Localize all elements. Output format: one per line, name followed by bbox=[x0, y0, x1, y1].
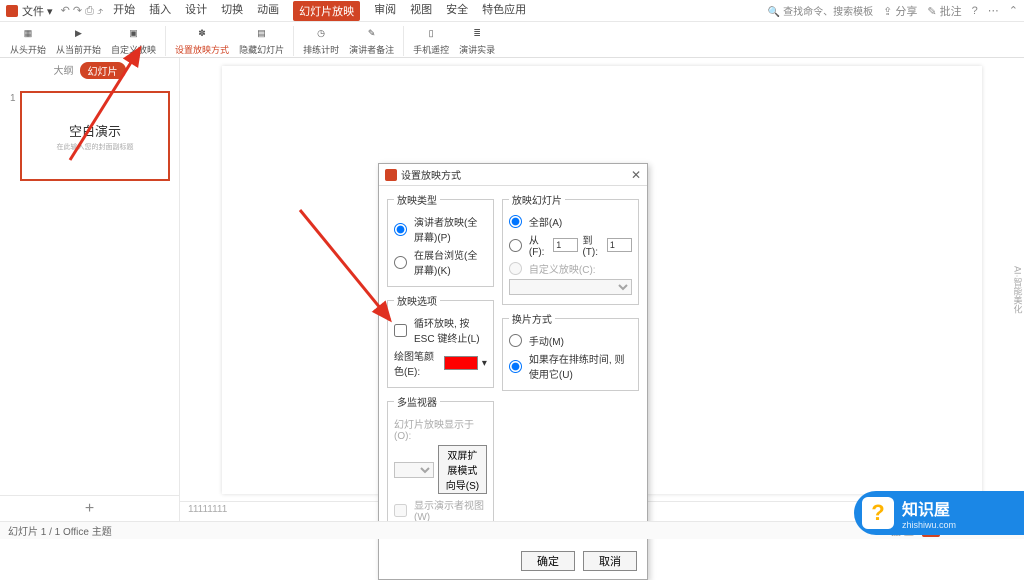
all-slides-label: 全部(A) bbox=[529, 214, 562, 229]
tab-animation[interactable]: 动画 bbox=[257, 1, 279, 21]
timer-icon: ◷ bbox=[312, 26, 330, 42]
share-button[interactable]: ⇪ 分享 bbox=[883, 3, 917, 19]
monitor-group: 多监视器 幻灯片放映显示于(O): 双屏扩展模式向导(S) 显示演示者视图(W) bbox=[387, 394, 494, 533]
status-left: 幻灯片 1 / 1 Office 主题 bbox=[8, 523, 112, 538]
tab-design[interactable]: 设计 bbox=[185, 1, 207, 21]
play-current-icon: ▶ bbox=[70, 26, 88, 42]
advance-legend: 换片方式 bbox=[509, 311, 555, 326]
rehearse-button[interactable]: ◷排练计时 bbox=[299, 26, 343, 56]
timing-label: 如果存在排练时间, 则使用它(U) bbox=[529, 351, 632, 381]
kiosk-radio[interactable] bbox=[394, 256, 407, 269]
custom-icon: ▣ bbox=[125, 26, 143, 42]
hide-slide-button[interactable]: ▤隐藏幻灯片 bbox=[235, 26, 288, 56]
setup-show-button[interactable]: ✽设置放映方式 bbox=[171, 26, 233, 56]
dual-screen-wizard-button[interactable]: 双屏扩展模式向导(S) bbox=[438, 445, 487, 494]
question-icon: ? bbox=[862, 497, 894, 529]
outline-tab[interactable]: 大纲 bbox=[54, 62, 74, 79]
kiosk-label: 在展台浏览(全屏幕)(K) bbox=[414, 247, 487, 277]
dropdown-icon[interactable]: ▾ bbox=[482, 358, 487, 369]
help-button[interactable]: ? bbox=[972, 5, 978, 17]
thumb-subtitle: 在此输入您的封面副标题 bbox=[57, 142, 134, 152]
phone-remote-button[interactable]: ▯手机遥控 bbox=[409, 26, 453, 56]
speaker-notes-button[interactable]: ✎演讲者备注 bbox=[345, 26, 398, 56]
custom-show-button[interactable]: ▣自定义放映 bbox=[107, 26, 160, 56]
monitor-label: 幻灯片放映显示于(O): bbox=[394, 416, 487, 442]
app-logo bbox=[6, 5, 18, 17]
quick-access[interactable]: ↶ ↷ ⎙ ⤴ bbox=[61, 4, 104, 18]
pen-color-picker[interactable] bbox=[444, 356, 478, 370]
slides-tab[interactable]: 幻灯片 bbox=[80, 62, 126, 79]
from-spinner[interactable]: 1 bbox=[553, 238, 578, 252]
watermark-badge: ? 知识屋 zhishiwu.com bbox=[854, 491, 1024, 535]
options-legend: 放映选项 bbox=[394, 293, 440, 308]
show-options-group: 放映选项 循环放映, 按 ESC 键终止(L) 绘图笔颜色(E): ▾ bbox=[387, 293, 494, 388]
all-slides-radio[interactable] bbox=[509, 215, 522, 228]
to-spinner[interactable]: 1 bbox=[607, 238, 632, 252]
show-slides-group: 放映幻灯片 全部(A) 从(F): 1 到(T): 1 自定义放映(C): bbox=[502, 192, 639, 305]
loop-label: 循环放映, 按 ESC 键终止(L) bbox=[414, 315, 487, 345]
tab-view[interactable]: 视图 bbox=[410, 1, 432, 21]
custom-show-radio bbox=[509, 262, 522, 275]
from-beginning-button[interactable]: ▦从头开始 bbox=[6, 26, 50, 56]
timing-advance-radio[interactable] bbox=[509, 360, 522, 373]
badge-title: 知识屋 bbox=[902, 496, 956, 520]
presenter-label: 演讲者放映(全屏幕)(P) bbox=[414, 214, 487, 244]
to-label: 到(T): bbox=[582, 232, 602, 258]
slide-panel: 大纲 幻灯片 1 空白演示 在此输入您的封面副标题 + bbox=[0, 58, 180, 521]
slides-legend: 放映幻灯片 bbox=[509, 192, 565, 207]
ribbon: ▦从头开始 ▶从当前开始 ▣自定义放映 ✽设置放映方式 ▤隐藏幻灯片 ◷排练计时… bbox=[0, 22, 1024, 58]
tab-review[interactable]: 审阅 bbox=[374, 1, 396, 21]
thumb-title: 空白演示 bbox=[69, 121, 121, 140]
loop-checkbox[interactable] bbox=[394, 324, 407, 337]
dialog-icon bbox=[385, 169, 397, 181]
setup-show-dialog: 设置放映方式 ✕ 放映类型 演讲者放映(全屏幕)(P) 在展台浏览(全屏幕)(K… bbox=[378, 163, 648, 580]
range-radio[interactable] bbox=[509, 239, 522, 252]
from-current-button[interactable]: ▶从当前开始 bbox=[52, 26, 105, 56]
thumb-number: 1 bbox=[10, 93, 16, 104]
more-button[interactable]: ⋯ bbox=[988, 4, 999, 17]
manual-advance-radio[interactable] bbox=[509, 334, 522, 347]
play-icon: ▦ bbox=[19, 26, 37, 42]
from-label: 从(F): bbox=[529, 232, 549, 258]
tab-special[interactable]: 特色应用 bbox=[482, 1, 526, 21]
ok-button[interactable]: 确定 bbox=[521, 551, 575, 571]
cancel-button[interactable]: 取消 bbox=[583, 551, 637, 571]
presenter-view-checkbox bbox=[394, 504, 407, 517]
show-type-group: 放映类型 演讲者放映(全屏幕)(P) 在展台浏览(全屏幕)(K) bbox=[387, 192, 494, 287]
dialog-title: 设置放映方式 bbox=[401, 167, 631, 182]
batch-button[interactable]: ✎ 批注 bbox=[927, 3, 961, 19]
monitor-legend: 多监视器 bbox=[394, 394, 440, 409]
ai-sidebar[interactable]: AI·智能美化 bbox=[1012, 58, 1024, 521]
pen-color-label: 绘图笔颜色(E): bbox=[394, 348, 440, 378]
tab-insert[interactable]: 插入 bbox=[149, 1, 171, 21]
record-button[interactable]: ≣演讲实录 bbox=[455, 26, 499, 56]
record-icon: ≣ bbox=[468, 26, 486, 42]
file-menu[interactable]: 文件 ▾ bbox=[22, 3, 53, 19]
tab-transition[interactable]: 切换 bbox=[221, 1, 243, 21]
monitor-select bbox=[394, 462, 434, 478]
tab-slideshow[interactable]: 幻灯片放映 bbox=[293, 1, 360, 21]
badge-url: zhishiwu.com bbox=[902, 520, 956, 530]
add-slide-button[interactable]: + bbox=[0, 495, 179, 521]
notes-icon: ✎ bbox=[363, 26, 381, 42]
hide-icon: ▤ bbox=[253, 26, 271, 42]
tab-security[interactable]: 安全 bbox=[446, 1, 468, 21]
advance-group: 换片方式 手动(M) 如果存在排练时间, 则使用它(U) bbox=[502, 311, 639, 391]
tab-start[interactable]: 开始 bbox=[113, 1, 135, 21]
custom-show-select bbox=[509, 279, 632, 295]
gear-icon: ✽ bbox=[193, 26, 211, 42]
close-button[interactable]: ✕ bbox=[631, 168, 641, 182]
search-input[interactable]: 🔍 查找命令、搜索模板 bbox=[768, 3, 873, 18]
collapse-ribbon[interactable]: ⌃ bbox=[1009, 4, 1018, 17]
phone-icon: ▯ bbox=[422, 26, 440, 42]
slide-thumbnail-1[interactable]: 1 空白演示 在此输入您的封面副标题 bbox=[20, 91, 170, 181]
presenter-view-label: 显示演示者视图(W) bbox=[414, 497, 487, 523]
custom-show-label: 自定义放映(C): bbox=[529, 261, 596, 276]
manual-label: 手动(M) bbox=[529, 333, 564, 348]
presenter-radio[interactable] bbox=[394, 223, 407, 236]
show-type-legend: 放映类型 bbox=[394, 192, 440, 207]
menu-tabs: 开始 插入 设计 切换 动画 幻灯片放映 审阅 视图 安全 特色应用 bbox=[113, 1, 526, 21]
